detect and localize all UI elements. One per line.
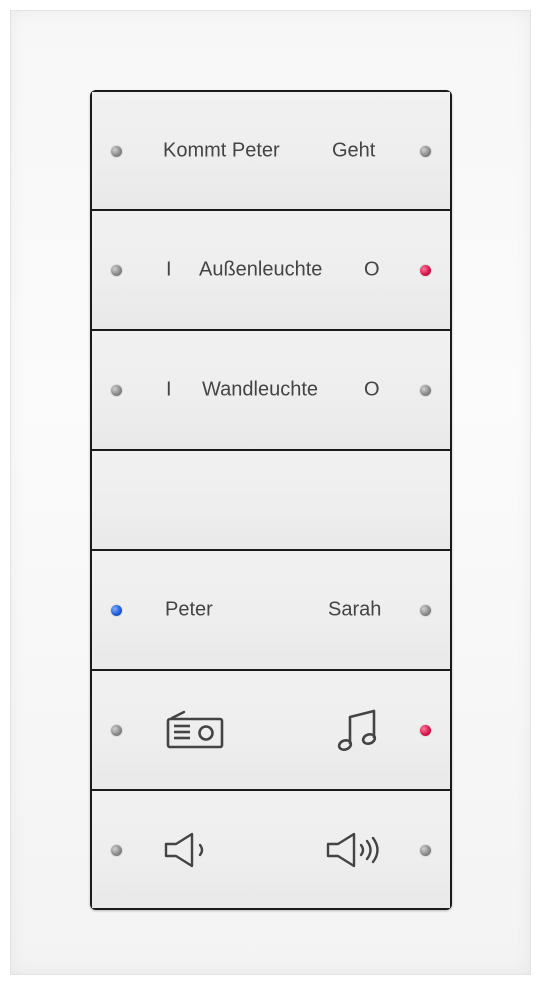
key-kommt-geht[interactable]: Kommt Peter Geht — [92, 92, 450, 209]
key-label-center: Wandleuchte — [202, 378, 318, 401]
led-indicator-left — [111, 265, 122, 276]
key-blank[interactable] — [92, 451, 450, 549]
led-indicator-left — [111, 725, 122, 736]
led-indicator-right — [420, 265, 431, 276]
key-peter-sarah[interactable]: Peter Sarah — [92, 551, 450, 669]
led-indicator-left — [111, 844, 122, 856]
led-indicator-left — [111, 605, 122, 616]
key-label-center: Außenleuchte — [199, 258, 323, 281]
music-note-icon — [336, 705, 386, 755]
led-indicator-left — [111, 145, 122, 157]
key-label-left: Peter — [165, 598, 213, 621]
off-symbol: O — [364, 258, 380, 281]
led-indicator-right — [420, 605, 431, 616]
keypad-panel: Kommt Peter Geht I Außenleuchte O I Wand… — [90, 90, 452, 910]
key-label-left: Kommt Peter — [163, 139, 280, 161]
led-indicator-left — [111, 385, 122, 396]
led-indicator-right — [420, 725, 431, 736]
on-symbol: I — [166, 378, 172, 401]
key-volume[interactable] — [92, 791, 450, 908]
key-aussenleuchte[interactable]: I Außenleuchte O — [92, 211, 450, 329]
radio-icon — [164, 710, 226, 750]
key-label-right: Geht — [332, 139, 376, 161]
on-symbol: I — [166, 258, 172, 281]
led-indicator-right — [420, 385, 431, 396]
volume-up-icon — [324, 830, 388, 870]
off-symbol: O — [364, 378, 380, 401]
key-wandleuchte[interactable]: I Wandleuchte O — [92, 331, 450, 449]
volume-down-icon — [162, 830, 222, 870]
led-indicator-right — [420, 844, 431, 856]
key-label-right: Sarah — [328, 598, 382, 621]
led-indicator-right — [420, 145, 431, 157]
key-radio-music[interactable] — [92, 671, 450, 789]
